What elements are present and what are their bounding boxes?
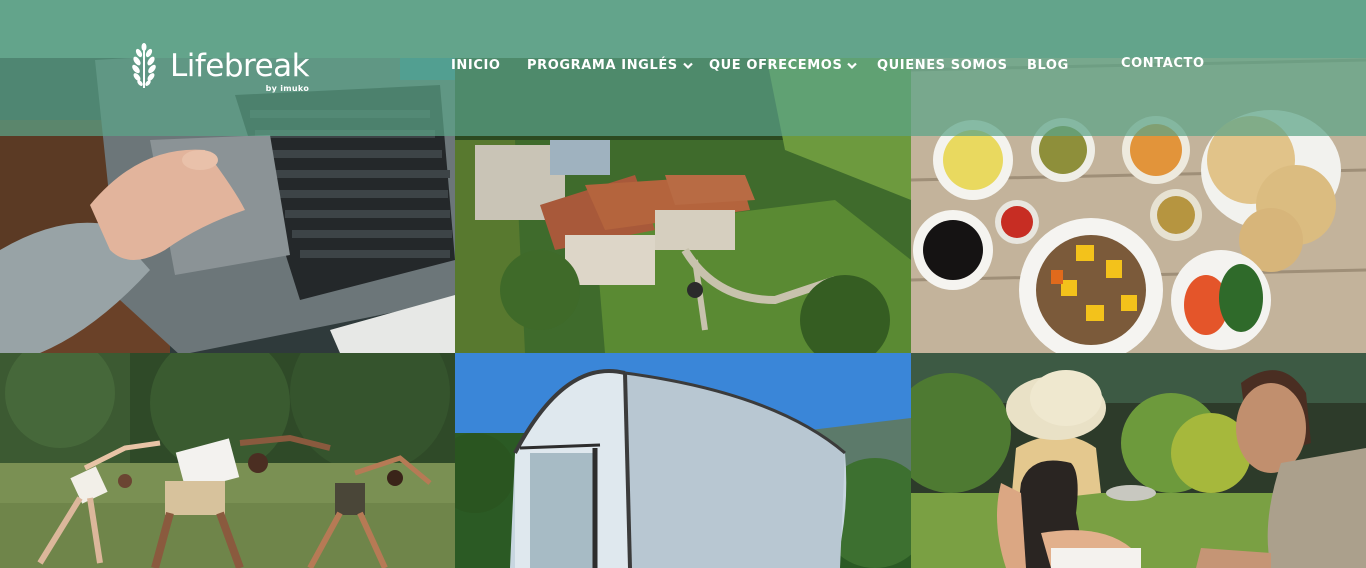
nav-quienes-somos-label: QUIENES SOMOS (877, 58, 1008, 73)
nav-programa-ingles[interactable]: PROGRAMA INGLÉS (527, 58, 693, 73)
nav-inicio-label: INICIO (451, 58, 501, 73)
greenhouse-photo[interactable] (455, 353, 911, 568)
nav-que-ofrecemos-label: QUE OFRECEMOS (709, 58, 843, 73)
nav-blog[interactable]: BLOG (1027, 58, 1069, 73)
nav-programa-ingles-label: PROGRAMA INGLÉS (527, 58, 678, 73)
chevron-down-icon (683, 62, 693, 69)
chevron-down-icon (847, 62, 858, 69)
nav-inicio[interactable]: INICIO (451, 58, 501, 73)
nav-blog-label: BLOG (1027, 58, 1069, 73)
nav-quienes-somos[interactable]: QUIENES SOMOS (877, 58, 1008, 73)
main-nav: INICIO PROGRAMA INGLÉS QUE OFRECEMOS QUI… (0, 0, 1366, 90)
nav-contacto-label: CONTACTO (1121, 56, 1205, 71)
nav-que-ofrecemos[interactable]: QUE OFRECEMOS (709, 58, 858, 73)
couple-reading-photo[interactable] (911, 353, 1366, 568)
nav-contacto[interactable]: CONTACTO (1121, 56, 1205, 71)
yoga-group-photo[interactable] (0, 353, 455, 568)
